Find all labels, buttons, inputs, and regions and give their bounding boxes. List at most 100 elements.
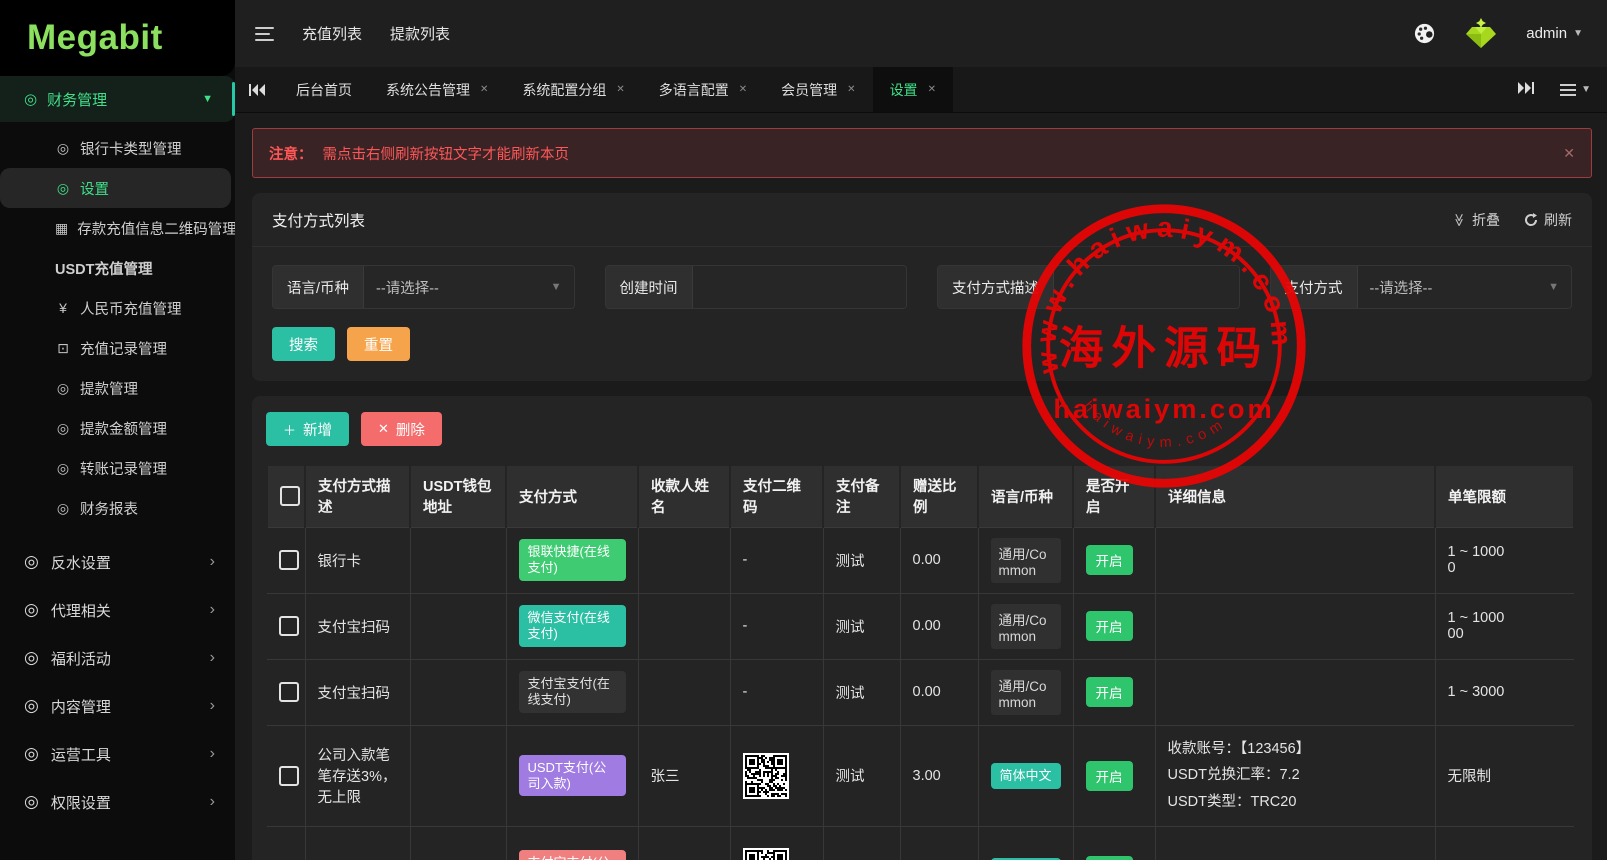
topnav-link[interactable]: 提款列表 <box>390 23 450 44</box>
cell-bonus-ratio: 0.00 <box>899 526 978 593</box>
filter-select[interactable]: --请选择-- ▼ <box>364 266 574 308</box>
sidebar-group-label: 财务管理 <box>47 91 108 109</box>
tab-close-icon[interactable]: ✕ <box>847 84 855 95</box>
sidebar-group[interactable]: ◎ 反水设置 › <box>0 538 235 586</box>
sidebar: Megabit ◎ 财务管理 ▼ ◎ 银行卡类型管理 ◎ 设置 ▦ 存款充值信息二维码管理… <box>0 0 235 860</box>
notice-banner: 注意： 需点击右侧刷新按钮文字才能刷新本页 ✕ <box>252 128 1592 178</box>
cell-limit: 1 ~ 10000 <box>1434 526 1574 593</box>
enabled-badge[interactable]: 开启 <box>1085 760 1133 791</box>
select-all-checkbox[interactable] <box>280 486 300 507</box>
sidebar-subitem[interactable]: ▦ 存款充值信息二维码管理 <box>0 208 235 248</box>
sidebar-subitem[interactable]: ⊡ 充值记录管理 <box>0 328 235 368</box>
cell-limit: 无限制 <box>1434 825 1574 860</box>
sidebar-subitem[interactable]: ◎ 设置 <box>0 168 231 208</box>
scroll-tabs-left-icon[interactable] <box>249 67 265 112</box>
sidebar-group-finance[interactable]: ◎ 财务管理 ▼ <box>0 76 235 122</box>
filter-group: 支付方式 --请选择-- ▼ <box>1269 265 1572 309</box>
topbar: 充值列表 提款列表 admin ▼ <box>235 0 1607 67</box>
tab-item[interactable]: 后台首页 <box>279 67 369 112</box>
circle-icon: ◎ <box>24 552 39 571</box>
enabled-badge[interactable]: 开启 <box>1085 545 1133 575</box>
enabled-badge[interactable]: 开启 <box>1085 611 1133 641</box>
collapse-label: 折叠 <box>1472 211 1500 228</box>
cell-bonus-ratio: 0.00 <box>899 592 978 659</box>
column-header: 支付方式描述 <box>304 464 411 528</box>
sidebar-subitem[interactable]: ¥ 人民币充值管理 <box>0 288 235 328</box>
sidebar-subitem[interactable]: ◎ 转账记录管理 <box>0 448 235 488</box>
hamburger-icon[interactable] <box>255 26 274 41</box>
tab-item[interactable]: 会员管理 ✕ <box>764 67 872 112</box>
tab-label: 设置 <box>889 81 918 98</box>
sidebar-subitem[interactable]: ◎ 银行卡类型管理 <box>0 128 235 168</box>
panel-title: 支付方式列表 <box>272 212 366 230</box>
sidebar-subitem-label: 设置 <box>80 181 109 198</box>
column-header: 单笔限额 <box>1434 464 1575 528</box>
notice-prefix: 注意： <box>269 146 313 163</box>
tab-options-icon[interactable]: ▼ <box>1560 83 1591 96</box>
sidebar-group[interactable]: ◎ 运营工具 › <box>0 730 235 778</box>
filter-group: 支付方式描述 <box>937 265 1240 309</box>
cell-remark: 测试 <box>822 526 900 593</box>
cell-qrcode: - <box>729 592 823 659</box>
row-checkbox[interactable] <box>279 616 299 636</box>
delete-button[interactable]: ✕ 删除 <box>361 412 442 446</box>
sidebar-subitem[interactable]: ◎ 提款管理 <box>0 368 235 408</box>
refresh-button[interactable]: 刷新 <box>1524 210 1572 230</box>
sidebar-group-label: 运营工具 <box>50 746 111 764</box>
active-accent <box>232 82 235 116</box>
sidebar-group-label: 权限设置 <box>50 794 111 812</box>
enabled-badge[interactable]: 开启 <box>1085 677 1133 707</box>
tab-item[interactable]: 系统配置分组 ✕ <box>505 67 641 112</box>
tab-close-icon[interactable]: ✕ <box>616 84 624 95</box>
collapse-button[interactable]: ≫ 折叠 <box>1452 210 1500 230</box>
gem-icon[interactable] <box>1460 17 1502 51</box>
tab-item[interactable]: 系统公告管理 ✕ <box>369 67 505 112</box>
sidebar-group[interactable]: ◎ 福利活动 › <box>0 634 235 682</box>
sidebar-group[interactable]: ◎ 代理相关 › <box>0 586 235 634</box>
row-checkbox[interactable] <box>279 765 299 786</box>
user-menu[interactable]: admin ▼ <box>1526 25 1583 42</box>
cell-enabled: 开启 <box>1072 825 1155 860</box>
enabled-badge[interactable]: 开启 <box>1085 855 1133 860</box>
sidebar-subitem[interactable]: USDT充值管理 <box>0 248 235 288</box>
reset-button[interactable]: 重置 <box>347 327 410 361</box>
cell-desc: USDT充值 <box>304 825 410 860</box>
sidebar-subitem[interactable]: ◎ 财务报表 <box>0 488 235 528</box>
filter-input[interactable] <box>1054 266 1239 308</box>
sidebar-group[interactable]: ◎ 权限设置 › <box>0 778 235 826</box>
column-header: 语言/币种 <box>977 464 1074 528</box>
search-button[interactable]: 搜索 <box>272 327 335 361</box>
filter-input[interactable] <box>692 266 906 308</box>
tab-close-icon[interactable]: ✕ <box>739 84 747 95</box>
filter-select[interactable]: --请选择-- ▼ <box>1357 266 1571 308</box>
row-checkbox[interactable] <box>279 550 299 570</box>
row-checkbox[interactable] <box>279 682 299 702</box>
method-badge: 支付宝支付(在线支付) <box>518 671 626 713</box>
sidebar-subitem-label: 提款管理 <box>80 381 138 398</box>
refresh-label: 刷新 <box>1544 211 1572 228</box>
sidebar-subitem-label: 人民币充值管理 <box>80 301 182 318</box>
scroll-tabs-right-icon[interactable] <box>1518 81 1535 99</box>
tab-close-icon[interactable]: ✕ <box>928 84 936 95</box>
theme-palette-icon[interactable] <box>1413 22 1436 45</box>
filter-fields: 语言/币种 --请选择-- ▼ 创建时间 支付方式描述 支付方式 --请选择-- ▼ <box>272 265 1572 309</box>
table-body: 银行卡 银联快捷(在线支付) - 测试 0.00 通用/Common 开启 1 ~ 10000… <box>267 526 1574 860</box>
table-row: USDT充值支付宝支付(公司入款) TRC20 测试卡3.00简体中文开启 收款账号：… <box>267 825 1574 860</box>
cell-payee: TRC20 <box>637 825 730 860</box>
add-button[interactable]: ＋ 新增 <box>266 412 350 446</box>
chevron-down-icon: ▼ <box>1548 281 1559 293</box>
tab-close-icon[interactable]: ✕ <box>480 84 488 95</box>
topnav-link[interactable]: 充值列表 <box>302 23 362 44</box>
cell-qrcode: - <box>729 526 823 593</box>
circle-icon: ◎ <box>56 459 70 476</box>
circle-icon: ◎ <box>24 91 38 108</box>
close-icon[interactable]: ✕ <box>1563 145 1575 162</box>
cell-enabled: 开启 <box>1072 592 1155 659</box>
chevron-right-icon: › <box>209 697 215 714</box>
tab-item[interactable]: 多语言配置 ✕ <box>642 67 764 112</box>
table-row: 支付宝扫码 支付宝支付(在线支付) - 测试 0.00 通用/Common 开启 1 ~ 30… <box>267 658 1574 725</box>
sidebar-subitem[interactable]: ◎ 提款金额管理 <box>0 408 235 448</box>
tab-item[interactable]: 设置 ✕ <box>872 67 953 112</box>
sidebar-group[interactable]: ◎ 内容管理 › <box>0 682 235 730</box>
column-header: 支付二维码 <box>729 464 824 528</box>
